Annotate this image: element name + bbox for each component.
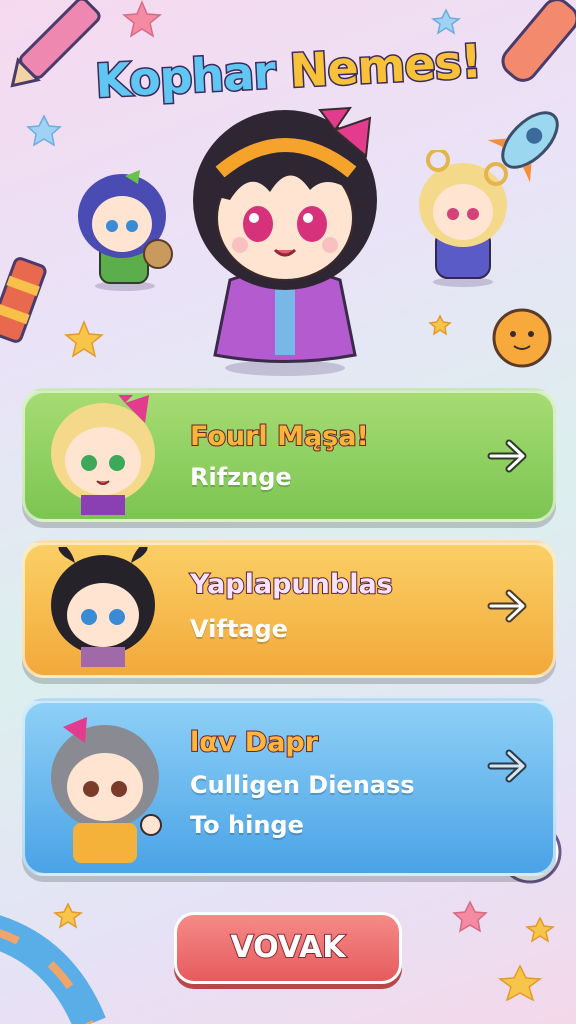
game-title-part1: Kophar (92, 43, 292, 109)
side-character-right (419, 150, 508, 287)
card-1-title: Fourl Mąşa! (189, 420, 370, 453)
star-icon (524, 916, 556, 943)
arrow-right-icon (487, 439, 527, 473)
arrow-right-icon (487, 749, 527, 783)
main-character (193, 106, 377, 376)
menu-card-2[interactable]: Yaplapunblas Viftage (22, 540, 556, 678)
star-icon (122, 0, 162, 38)
card-2-portrait (51, 547, 155, 667)
star-icon (64, 320, 104, 358)
game-title-part2: Nemes! (287, 32, 484, 99)
menu-card-3[interactable]: lαv Dapr Culligen Dienass To hinge (22, 698, 556, 876)
card-3-line2: To hinge (190, 811, 304, 839)
vovak-button[interactable]: VOVAK (174, 912, 402, 984)
star-icon (26, 114, 62, 147)
card-1-portrait (51, 395, 155, 515)
card-1-subtitle: Rifznge (190, 463, 292, 491)
menu-card-1[interactable]: Fourl Mąşa! Rifznge (22, 388, 556, 522)
star-icon (52, 902, 84, 929)
star-icon (452, 900, 488, 933)
card-2-title: Yaplapunblas (189, 568, 394, 601)
card-3-subtitle: Culligen Dienass (190, 771, 415, 799)
card-2-subtitle: Viftage (190, 615, 288, 643)
card-3-portrait (51, 717, 162, 863)
star-icon (428, 314, 452, 336)
crayon-icon (0, 257, 47, 343)
card-3-title: lαv Dapr (189, 726, 319, 759)
arrow-right-icon (487, 589, 527, 623)
star-icon (430, 8, 462, 35)
star-icon (497, 964, 543, 1002)
tube-icon (0, 915, 106, 1024)
side-character-left (78, 170, 173, 291)
sun-icon (492, 308, 552, 368)
